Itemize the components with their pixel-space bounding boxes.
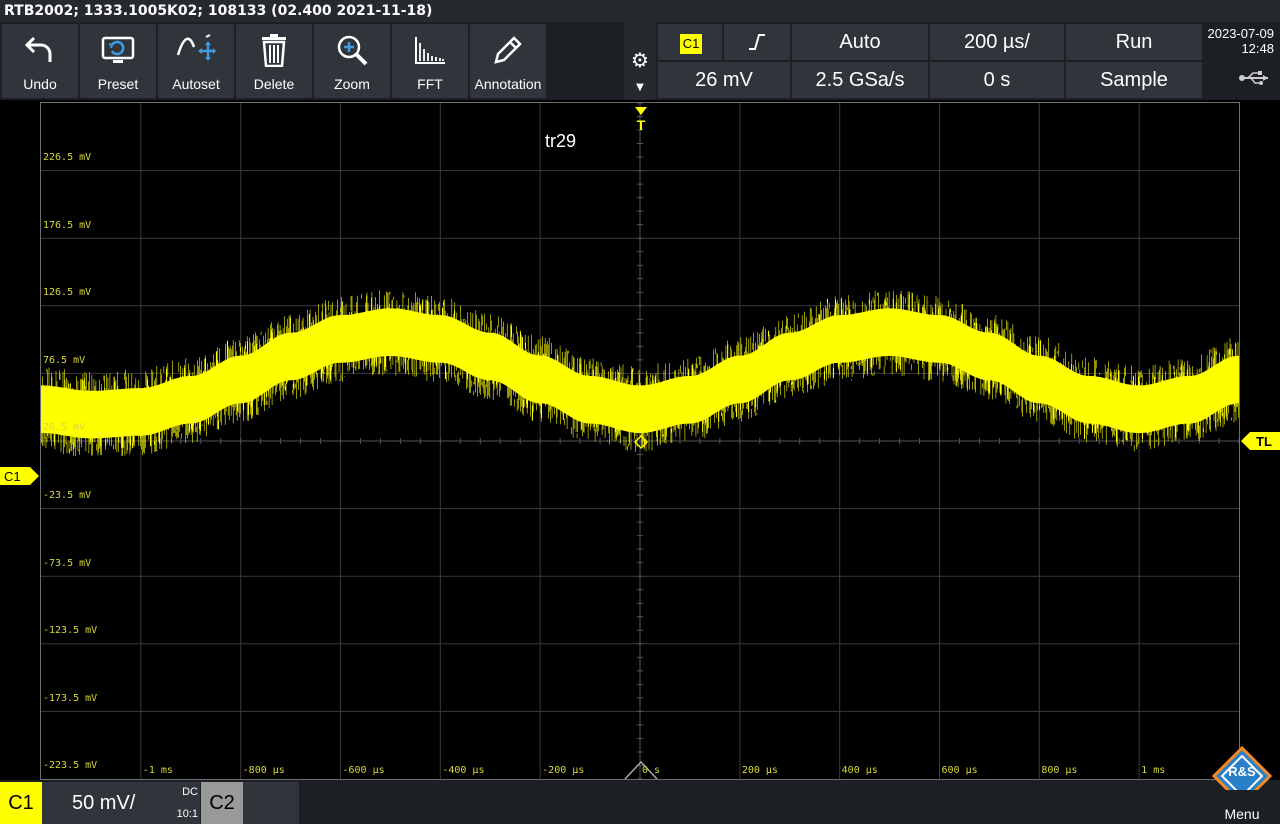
preset-icon bbox=[80, 30, 156, 70]
channel-bar: C1 50 mV/ DC 10:1 C2 R&S Menu bbox=[0, 746, 1280, 824]
fft-icon bbox=[392, 30, 468, 70]
autoset-label: Autoset bbox=[172, 76, 220, 92]
datetime-panel: 2023-07-09 12:48 bbox=[1204, 22, 1280, 100]
rs-logo-icon: R&S bbox=[1212, 746, 1272, 790]
trigger-mode-cell[interactable]: Auto bbox=[792, 24, 928, 60]
zoom-icon bbox=[314, 30, 390, 70]
y-tick-label: -173.5 mV bbox=[43, 692, 98, 704]
settings-strip[interactable]: ⚙ ▼ bbox=[624, 22, 656, 100]
channel-2-settings[interactable] bbox=[243, 782, 299, 824]
x-tick-label: -200 µs bbox=[542, 765, 585, 776]
channel-1-probe: 10:1 bbox=[176, 808, 198, 820]
y-tick-label: -73.5 mV bbox=[43, 557, 92, 569]
trash-icon bbox=[236, 30, 312, 70]
x-tick-label: 0 s bbox=[642, 765, 661, 776]
annotation-button[interactable]: Annotation bbox=[470, 24, 546, 98]
y-tick-label: 226.5 mV bbox=[43, 152, 92, 163]
left-margin bbox=[0, 102, 40, 780]
x-tick-label: -400 µs bbox=[442, 765, 485, 776]
channel-2-button[interactable]: C2 bbox=[201, 782, 243, 824]
rising-edge-icon bbox=[749, 34, 765, 50]
window-title: RTB2002; 1333.1005K02; 108133 (02.400 20… bbox=[0, 0, 1280, 22]
fft-button[interactable]: FFT bbox=[392, 24, 468, 98]
annotation-text[interactable]: tr29 bbox=[545, 131, 576, 152]
run-state-cell[interactable]: Run bbox=[1066, 24, 1202, 60]
fft-label: FFT bbox=[417, 76, 443, 92]
sample-rate-cell[interactable]: 2.5 GSa/s bbox=[792, 62, 928, 98]
trigger-slope-cell[interactable] bbox=[724, 24, 790, 60]
zoom-button[interactable]: Zoom bbox=[314, 24, 390, 98]
undo-button[interactable]: Undo bbox=[2, 24, 78, 98]
toolbar: Undo Preset Autoset Delete Zoom FFT Anno… bbox=[0, 22, 656, 100]
channel-1-offset-marker[interactable]: C1 bbox=[0, 466, 40, 486]
gear-icon[interactable]: ⚙ bbox=[628, 48, 652, 72]
y-tick-label: 126.5 mV bbox=[43, 287, 92, 299]
undo-label: Undo bbox=[23, 76, 57, 92]
autoset-button[interactable]: Autoset bbox=[158, 24, 234, 98]
x-tick-label: 1 ms bbox=[1141, 765, 1166, 776]
y-tick-label: -223.5 mV bbox=[43, 760, 98, 772]
y-tick-label: 76.5 mV bbox=[43, 354, 86, 366]
menu-label: Menu bbox=[1224, 806, 1260, 822]
preset-button[interactable]: Preset bbox=[80, 24, 156, 98]
usb-icon bbox=[1239, 71, 1268, 85]
waveform-canvas[interactable]: T bbox=[41, 103, 1239, 779]
trigger-level-marker-label: TL bbox=[1256, 434, 1272, 449]
date-text: 2023-07-09 bbox=[1207, 26, 1275, 41]
trigger-source-badge: C1 bbox=[680, 34, 702, 54]
x-tick-label: 200 µs bbox=[741, 765, 778, 776]
horizontal-position-cell[interactable]: 0 s bbox=[930, 62, 1064, 98]
undo-icon bbox=[2, 30, 78, 70]
trigger-level-marker[interactable]: TL bbox=[1240, 431, 1280, 451]
channel-1-coupling: DC bbox=[182, 786, 198, 798]
time-text: 12:48 bbox=[1241, 41, 1274, 56]
menu-button[interactable]: R&S Menu bbox=[1204, 746, 1280, 824]
x-tick-label: -600 µs bbox=[342, 765, 385, 776]
x-tick-label: -1 ms bbox=[142, 765, 173, 776]
delete-label: Delete bbox=[253, 76, 295, 92]
annotation-label: Annotation bbox=[474, 76, 542, 92]
acquisition-mode-cell[interactable]: Sample bbox=[1066, 62, 1202, 98]
channel-1-marker-label: C1 bbox=[4, 469, 21, 484]
preset-label: Preset bbox=[97, 76, 139, 92]
timebase-cell[interactable]: 200 µs/ bbox=[930, 24, 1064, 60]
pencil-icon bbox=[470, 30, 546, 70]
y-tick-label: -123.5 mV bbox=[43, 625, 98, 637]
channel-1-settings[interactable]: 50 mV/ DC 10:1 bbox=[42, 782, 200, 824]
rs-logo-text: R&S bbox=[1228, 764, 1256, 779]
zoom-label: Zoom bbox=[334, 76, 370, 92]
chevron-down-icon[interactable]: ▼ bbox=[628, 82, 652, 93]
delete-button[interactable]: Delete bbox=[236, 24, 312, 98]
x-tick-label: 400 µs bbox=[841, 765, 878, 776]
y-tick-label: -23.5 mV bbox=[43, 490, 92, 501]
waveform-display[interactable]: T 226.5 mV 176.5 mV 126.5 mV 76.5 mV 26.5 mV… bbox=[40, 102, 1240, 780]
x-tick-label: 600 µs bbox=[941, 765, 978, 776]
status-panel: C1 Auto 200 µs/ Run 26 mV 2.5 GSa/s 0 s … bbox=[656, 22, 1204, 100]
autoset-icon bbox=[158, 30, 234, 70]
y-tick-label: 26.5 mV bbox=[43, 422, 86, 434]
channel-1-scale: 50 mV/ bbox=[72, 792, 136, 814]
trigger-level-cell[interactable]: 26 mV bbox=[658, 62, 790, 98]
trigger-position-marker: T bbox=[637, 117, 646, 133]
y-tick-label: 176.5 mV bbox=[43, 219, 92, 231]
x-tick-label: 800 µs bbox=[1041, 765, 1078, 776]
graticule bbox=[41, 103, 1239, 779]
channel-1-button[interactable]: C1 bbox=[0, 782, 42, 824]
trigger-source-cell[interactable]: C1 bbox=[658, 24, 722, 60]
trigger-position-arrow bbox=[635, 107, 647, 115]
x-tick-label: -800 µs bbox=[242, 765, 285, 776]
